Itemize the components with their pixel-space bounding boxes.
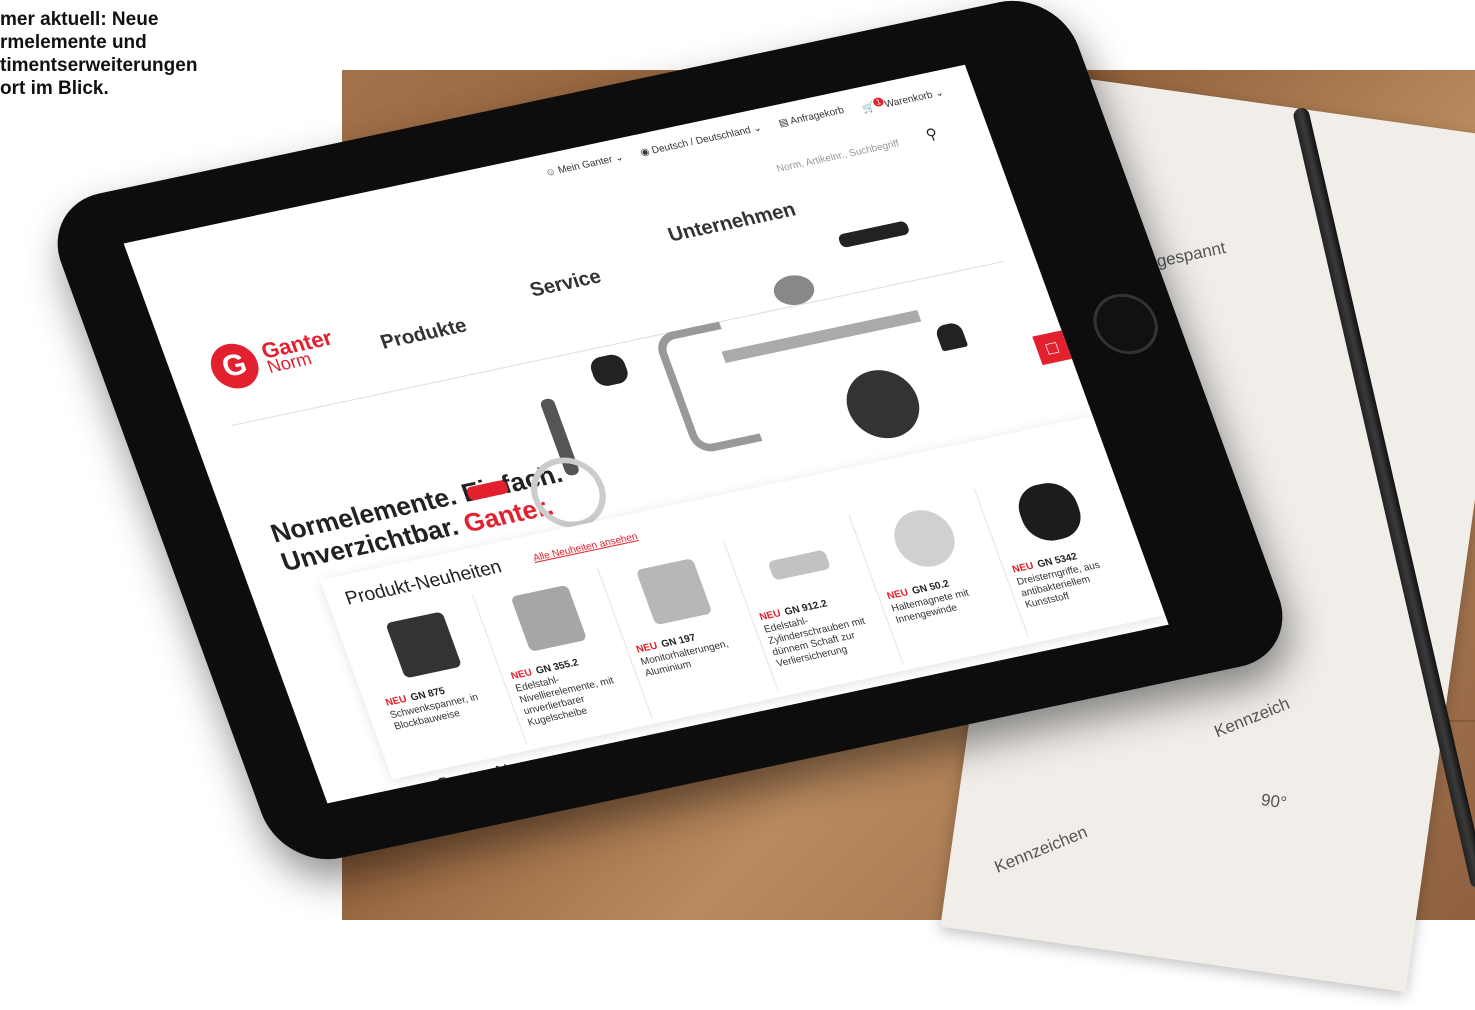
product-thumbnail: [767, 549, 832, 581]
novelty-desc: Edelstahl-Nivellierelemente, mit unverli…: [513, 674, 616, 729]
language-label: Deutsch / Deutschland: [650, 124, 753, 157]
logo-text: Ganter Norm: [258, 325, 340, 377]
novelty-desc: Schwenkspanner, in Blockbauweise: [388, 692, 480, 733]
cart-link[interactable]: 🛒1Warenkorb ⌄: [860, 84, 946, 115]
logo-mark-icon: G: [204, 339, 266, 393]
inquiry-cart-link[interactable]: ▤ Anfragekorb: [777, 105, 847, 132]
drawing-label: gespannt: [1154, 237, 1228, 272]
home-button: [1084, 288, 1167, 360]
product-thumbnail: [886, 504, 964, 572]
search-icon[interactable]: ⚲: [923, 124, 941, 143]
knob-image: [933, 321, 969, 352]
caption-line-3: timentserweiterungen: [0, 55, 198, 76]
nav-service[interactable]: Service: [527, 266, 605, 303]
novelty-desc: Edelstahl-Zylinderschrauben mit dünnem S…: [762, 615, 867, 670]
language-selector[interactable]: ◉ Deutsch / Deutschland ⌄: [639, 123, 765, 162]
ganter-norm-logo[interactable]: G Ganter Norm: [204, 323, 342, 393]
mein-ganter-label: Mein Ganter: [556, 154, 615, 177]
caption-line-4: ort im Blick.: [0, 78, 109, 99]
drawing-label: Kennzeichen: [991, 822, 1091, 877]
dial-image: [769, 271, 819, 309]
inquiry-cart-label: Anfragekorb: [788, 105, 846, 127]
website-screen: ☺ Mein Ganter ⌄ ◉ Deutsch / Deutschland …: [123, 64, 1169, 804]
drawing-label: 90°: [1259, 790, 1288, 813]
search-input[interactable]: Norm, Artikelnr., Suchbegriff: [775, 138, 900, 174]
novelty-desc: Dreisterngriffe, aus antibakteriellem Ku…: [1015, 559, 1102, 611]
cam-lever-image: [837, 220, 911, 249]
caption-line-1: mer aktuell: Neue: [0, 9, 159, 30]
top-utility-bar: ☺ Mein Ganter ⌄ ◉ Deutsch / Deutschland …: [544, 84, 945, 182]
product-thumbnail: [1011, 478, 1089, 546]
product-thumbnail: [510, 584, 587, 652]
caption-line-2: rmelemente und: [0, 32, 147, 53]
nav-produkte[interactable]: Produkte: [377, 315, 470, 355]
novelty-desc: Monitorhalterungen, Aluminium: [639, 638, 731, 680]
handle-image: [652, 321, 763, 456]
product-thumbnail: [384, 611, 462, 679]
gear-disc-image: [836, 363, 930, 445]
wing-knob-image: [587, 352, 632, 389]
chat-bubble-icon[interactable]: □: [1032, 330, 1072, 366]
mein-ganter-menu[interactable]: ☺ Mein Ganter ⌄: [544, 152, 626, 182]
cart-label: Warenkorb: [883, 89, 935, 111]
caption: mer aktuell: Neue rmelemente und timents…: [0, 8, 260, 100]
novelties-link[interactable]: Alle Neuheiten ansehen: [532, 531, 640, 564]
product-thumbnail: [635, 558, 713, 626]
drawing-label: Kennzeich: [1211, 693, 1293, 742]
nav-unternehmen[interactable]: Unternehmen: [665, 199, 799, 248]
threaded-shaft-image: [721, 309, 922, 363]
